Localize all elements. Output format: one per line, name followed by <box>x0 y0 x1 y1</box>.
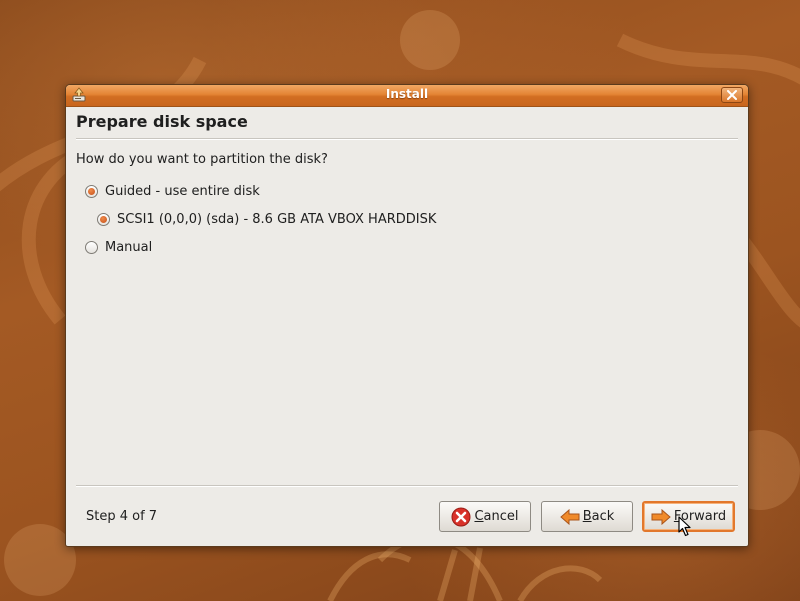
guided-radio[interactable] <box>85 184 98 198</box>
disk-radio[interactable] <box>97 212 110 226</box>
option-guided[interactable]: Guided - use entire disk <box>85 181 260 201</box>
cancel-label: Cancel <box>474 509 519 524</box>
close-button[interactable] <box>721 87 743 103</box>
footer-divider <box>76 485 738 487</box>
arrow-left-icon <box>559 508 580 525</box>
back-label: Back <box>582 509 615 524</box>
title-bar[interactable]: Install <box>66 85 748 107</box>
disk-label: SCSI1 (0,0,0) (sda) - 8.6 GB ATA VBOX HA… <box>117 211 437 227</box>
window-title: Install <box>385 87 429 101</box>
arrow-right-icon <box>651 508 671 525</box>
back-button[interactable]: Back <box>541 501 633 532</box>
page-title: Prepare disk space <box>76 112 248 131</box>
option-manual[interactable]: Manual <box>85 237 152 257</box>
step-indicator: Step 4 of 7 <box>86 509 158 524</box>
cancel-button[interactable]: Cancel <box>439 501 531 532</box>
install-window: Install Prepare disk space How do you wa… <box>65 84 749 547</box>
cancel-icon <box>451 507 471 526</box>
header-divider <box>76 138 738 140</box>
mouse-pointer-icon <box>678 516 691 537</box>
partition-question: How do you want to partition the disk? <box>76 152 328 167</box>
guided-label: Guided - use entire disk <box>105 183 260 199</box>
option-disk-sda[interactable]: SCSI1 (0,0,0) (sda) - 8.6 GB ATA VBOX HA… <box>97 209 436 229</box>
close-icon <box>727 90 737 100</box>
manual-radio[interactable] <box>85 240 98 254</box>
manual-label: Manual <box>105 239 153 255</box>
